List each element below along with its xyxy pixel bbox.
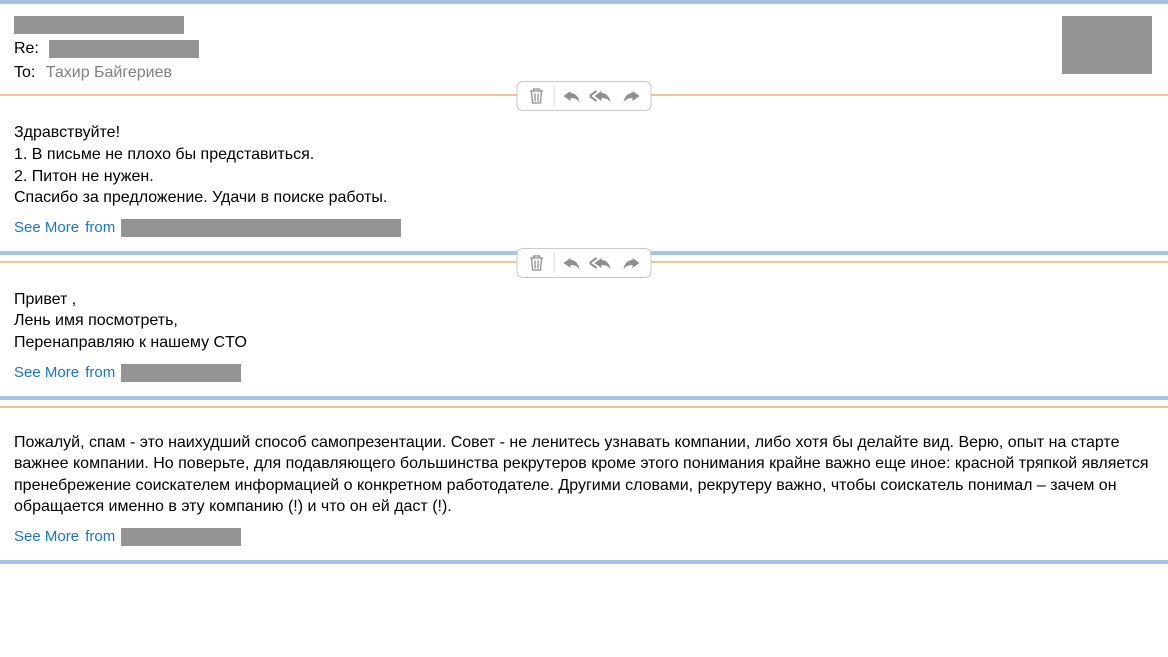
redacted-from: [121, 219, 401, 237]
redacted-from: [121, 528, 241, 546]
redacted-subject: [49, 40, 199, 58]
email-body: Привет , Лень имя посмотреть, Перенаправ…: [0, 263, 1168, 364]
forward-button[interactable]: [617, 249, 647, 277]
email-header: Re: To: Тахир Байгериев: [0, 4, 1168, 88]
body-line: 1. В письме не плохо бы представиться.: [14, 144, 1154, 166]
body-line: Спасибо за предложение. Удачи в поиске р…: [14, 187, 1154, 209]
email-block: Пожалуй, спам - это наихудший способ сам…: [0, 400, 1168, 560]
email-block: Re: To: Тахир Байгериев: [0, 4, 1168, 251]
reply-all-icon: [590, 255, 614, 271]
subject-prefix: Re:: [14, 40, 39, 57]
avatar: [1062, 16, 1152, 74]
to-label: To:: [14, 64, 35, 81]
reply-icon: [562, 255, 582, 271]
body-line: Привет ,: [14, 289, 1154, 311]
reply-icon: [562, 88, 582, 104]
body-line: Перенаправляю к нашему CTO: [14, 332, 1154, 354]
action-divider: [554, 253, 555, 273]
reply-button[interactable]: [557, 249, 587, 277]
forward-icon: [622, 88, 642, 104]
header-divider: [0, 406, 1168, 408]
body-line: Пожалуй, спам - это наихудший способ сам…: [14, 432, 1154, 518]
see-more-row: See More from: [0, 219, 1168, 251]
to-row: To: Тахир Байгериев: [14, 64, 1062, 82]
forward-icon: [622, 255, 642, 271]
email-body: Пожалуй, спам - это наихудший способ сам…: [0, 408, 1168, 528]
sender-row: [14, 16, 1062, 34]
see-more-from: from: [85, 528, 115, 545]
see-more-row: See More from: [0, 528, 1168, 560]
action-divider: [554, 86, 555, 106]
trash-icon: [529, 254, 545, 272]
trash-icon: [529, 87, 545, 105]
thread-separator: [0, 560, 1168, 564]
delete-button[interactable]: [522, 249, 552, 277]
see-more-from: from: [85, 364, 115, 381]
redacted-sender: [14, 16, 184, 34]
body-line: Лень имя посмотреть,: [14, 310, 1154, 332]
forward-button[interactable]: [617, 82, 647, 110]
see-more-link[interactable]: See More: [14, 528, 79, 545]
action-bar: [517, 81, 652, 111]
reply-button[interactable]: [557, 82, 587, 110]
body-line: Здравствуйте!: [14, 122, 1154, 144]
email-block: Привет , Лень имя посмотреть, Перенаправ…: [0, 255, 1168, 396]
action-bar: [517, 248, 652, 278]
see-more-link[interactable]: See More: [14, 364, 79, 381]
reply-all-button[interactable]: [587, 82, 617, 110]
to-name[interactable]: Тахир Байгериев: [46, 64, 172, 81]
see-more-link[interactable]: See More: [14, 219, 79, 236]
see-more-row: See More from: [0, 364, 1168, 396]
reply-all-icon: [590, 88, 614, 104]
reply-all-button[interactable]: [587, 249, 617, 277]
subject-row: Re:: [14, 40, 1062, 58]
delete-button[interactable]: [522, 82, 552, 110]
body-line: 2. Питон не нужен.: [14, 166, 1154, 188]
email-body: Здравствуйте! 1. В письме не плохо бы пр…: [0, 96, 1168, 218]
see-more-from: from: [85, 219, 115, 236]
redacted-from: [121, 364, 241, 382]
